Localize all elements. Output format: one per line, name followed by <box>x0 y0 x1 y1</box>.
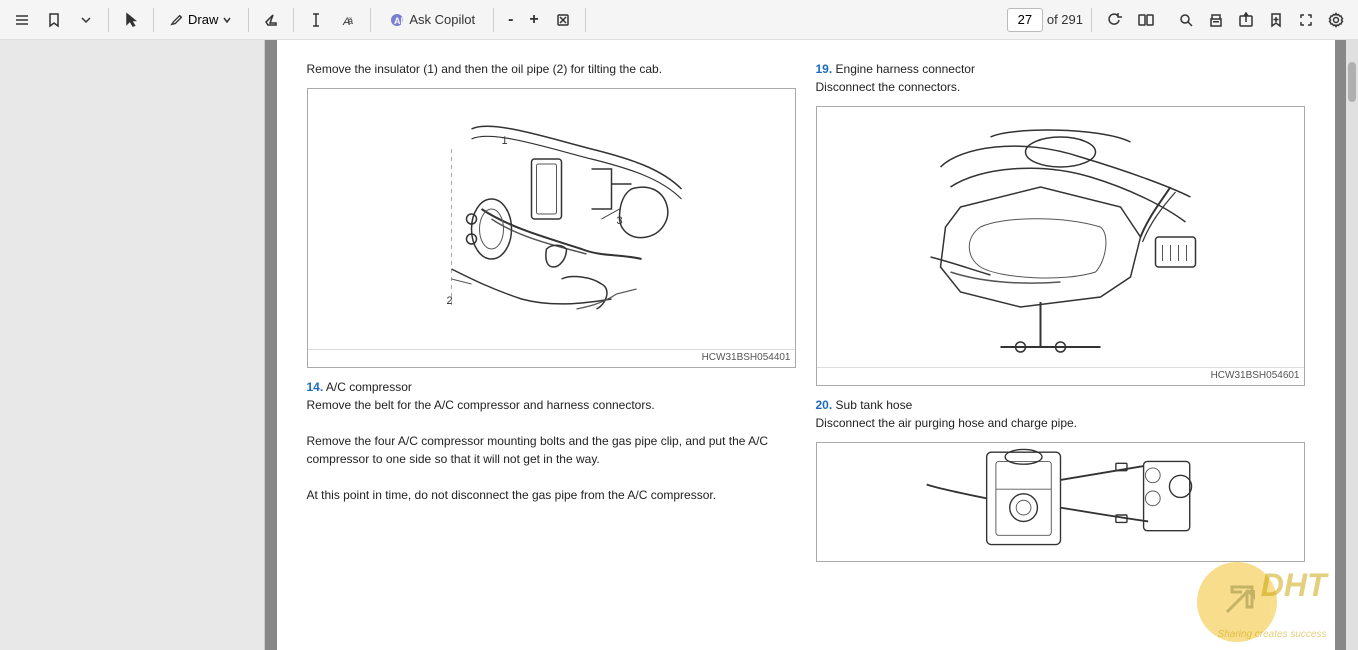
instruction-20-text: Disconnect the air purging hose and char… <box>816 416 1078 430</box>
image-box-3 <box>816 442 1305 562</box>
instruction-18-text: Remove the insulator (1) and then the oi… <box>307 60 796 78</box>
svg-text:AI: AI <box>394 16 403 26</box>
instruction-20-title: Sub tank hose <box>836 398 913 412</box>
zoom-in-button[interactable]: + <box>523 5 544 35</box>
separator-1 <box>108 8 109 32</box>
font-icon: A ǎ <box>340 12 356 28</box>
image-sketch-2 <box>817 107 1304 367</box>
pen-icon <box>170 13 184 27</box>
menu-button[interactable] <box>8 5 36 35</box>
instruction-14-text1: Remove the belt for the A/C compressor a… <box>307 398 655 412</box>
draw-chevron-icon <box>222 15 232 25</box>
pdf-content-area[interactable]: Remove the insulator (1) and then the oi… <box>265 40 1346 650</box>
separator-8 <box>1091 8 1092 32</box>
separator-7 <box>585 8 586 32</box>
image-sketch-3 <box>817 443 1304 562</box>
instruction-14-text2: Remove the four A/C compressor mounting … <box>307 434 769 466</box>
chevron-down-icon <box>78 12 94 28</box>
copilot-icon: AI <box>389 12 405 28</box>
expand-icon <box>1298 12 1314 28</box>
instruction-19-number: 19. <box>816 62 833 76</box>
search-button[interactable] <box>1172 5 1200 35</box>
gear-icon <box>1328 12 1344 28</box>
separator-2 <box>153 8 154 32</box>
scrollbar-thumb[interactable] <box>1348 62 1356 102</box>
instruction-14-text3: At this point in time, do not disconnect… <box>307 488 717 502</box>
settings-button[interactable] <box>1322 5 1350 35</box>
toolbar: Draw A ǎ AI Ask Copilot - + <box>0 0 1358 40</box>
menu-icon <box>14 12 30 28</box>
bookmark-add-icon <box>1268 12 1284 28</box>
bookmark-down-button[interactable] <box>72 5 100 35</box>
image-box-2: HCW31BSH054601 <box>816 106 1305 386</box>
multipage-button[interactable] <box>1132 5 1160 35</box>
eraser-icon <box>263 12 279 28</box>
scrollbar[interactable] <box>1346 40 1358 650</box>
image-sketch-1: 1 3 2 <box>308 89 795 349</box>
pdf-page: Remove the insulator (1) and then the oi… <box>277 40 1335 650</box>
right-toolbar <box>1172 5 1350 35</box>
zoom-out-button[interactable]: - <box>502 5 519 35</box>
print-icon <box>1208 12 1224 28</box>
separator-4 <box>293 8 294 32</box>
bookmark-icon <box>46 12 62 28</box>
left-sidebar <box>0 40 265 650</box>
main-layout: Remove the insulator (1) and then the oi… <box>0 40 1358 650</box>
fit-icon <box>555 12 571 28</box>
bookmark-add-button[interactable] <box>1262 5 1290 35</box>
draw-button[interactable]: Draw <box>162 5 240 35</box>
watermark-arrow-icon <box>1217 582 1257 622</box>
image-1-caption: HCW31BSH054401 <box>308 349 795 365</box>
share-icon <box>1238 12 1254 28</box>
watermark-area: DHT Sharing creates success <box>1167 562 1327 642</box>
instruction-14-section: 14. A/C compressor Remove the belt for t… <box>307 378 796 504</box>
font-style-button[interactable]: A ǎ <box>334 5 362 35</box>
fit-page-button[interactable] <box>549 5 577 35</box>
share-button[interactable] <box>1232 5 1260 35</box>
eraser-button[interactable] <box>257 5 285 35</box>
watermark-brand: DHT <box>1261 567 1327 604</box>
svg-text:ǎ: ǎ <box>348 16 353 26</box>
ask-copilot-button[interactable]: AI Ask Copilot <box>379 5 485 35</box>
right-column: 19. Engine harness connector Disconnect … <box>816 60 1305 572</box>
instruction-14-number: 14. <box>307 380 324 394</box>
page-total: of 291 <box>1047 12 1083 27</box>
image-2-caption: HCW31BSH054601 <box>817 367 1304 383</box>
draw-cursor-button[interactable] <box>117 5 145 35</box>
separator-3 <box>248 8 249 32</box>
search-icon <box>1178 12 1194 28</box>
zoom-minus-icon: - <box>508 11 513 29</box>
text-cursor-icon <box>308 12 324 28</box>
draw-label: Draw <box>188 12 218 27</box>
instruction-19-title: Engine harness connector <box>836 62 975 76</box>
page-navigation: 27 of 291 <box>1007 8 1083 32</box>
expand-button[interactable] <box>1292 5 1320 35</box>
instruction-19-section: 19. Engine harness connector Disconnect … <box>816 60 1305 96</box>
content-columns: Remove the insulator (1) and then the oi… <box>307 60 1305 572</box>
rotate-button[interactable] <box>1100 5 1128 35</box>
instruction-19-text: Disconnect the connectors. <box>816 80 961 94</box>
instruction-20-number: 20. <box>816 398 833 412</box>
watermark-tagline: Sharing creates success <box>1218 629 1327 640</box>
instruction-20-section: 20. Sub tank hose Disconnect the air pur… <box>816 396 1305 432</box>
zoom-plus-icon: + <box>529 11 538 29</box>
svg-text:1: 1 <box>501 135 507 147</box>
image-box-1: 1 3 2 HCW31B <box>307 88 796 368</box>
separator-5 <box>370 8 371 32</box>
rotate-icon <box>1106 12 1122 28</box>
left-column: Remove the insulator (1) and then the oi… <box>307 60 796 572</box>
text-highlight-button[interactable] <box>302 5 330 35</box>
bookmark-button[interactable] <box>40 5 68 35</box>
cursor-icon <box>123 12 139 28</box>
ask-copilot-label: Ask Copilot <box>409 12 475 27</box>
multipage-icon <box>1138 12 1154 28</box>
print-button[interactable] <box>1202 5 1230 35</box>
page-number-input[interactable]: 27 <box>1007 8 1043 32</box>
separator-6 <box>493 8 494 32</box>
